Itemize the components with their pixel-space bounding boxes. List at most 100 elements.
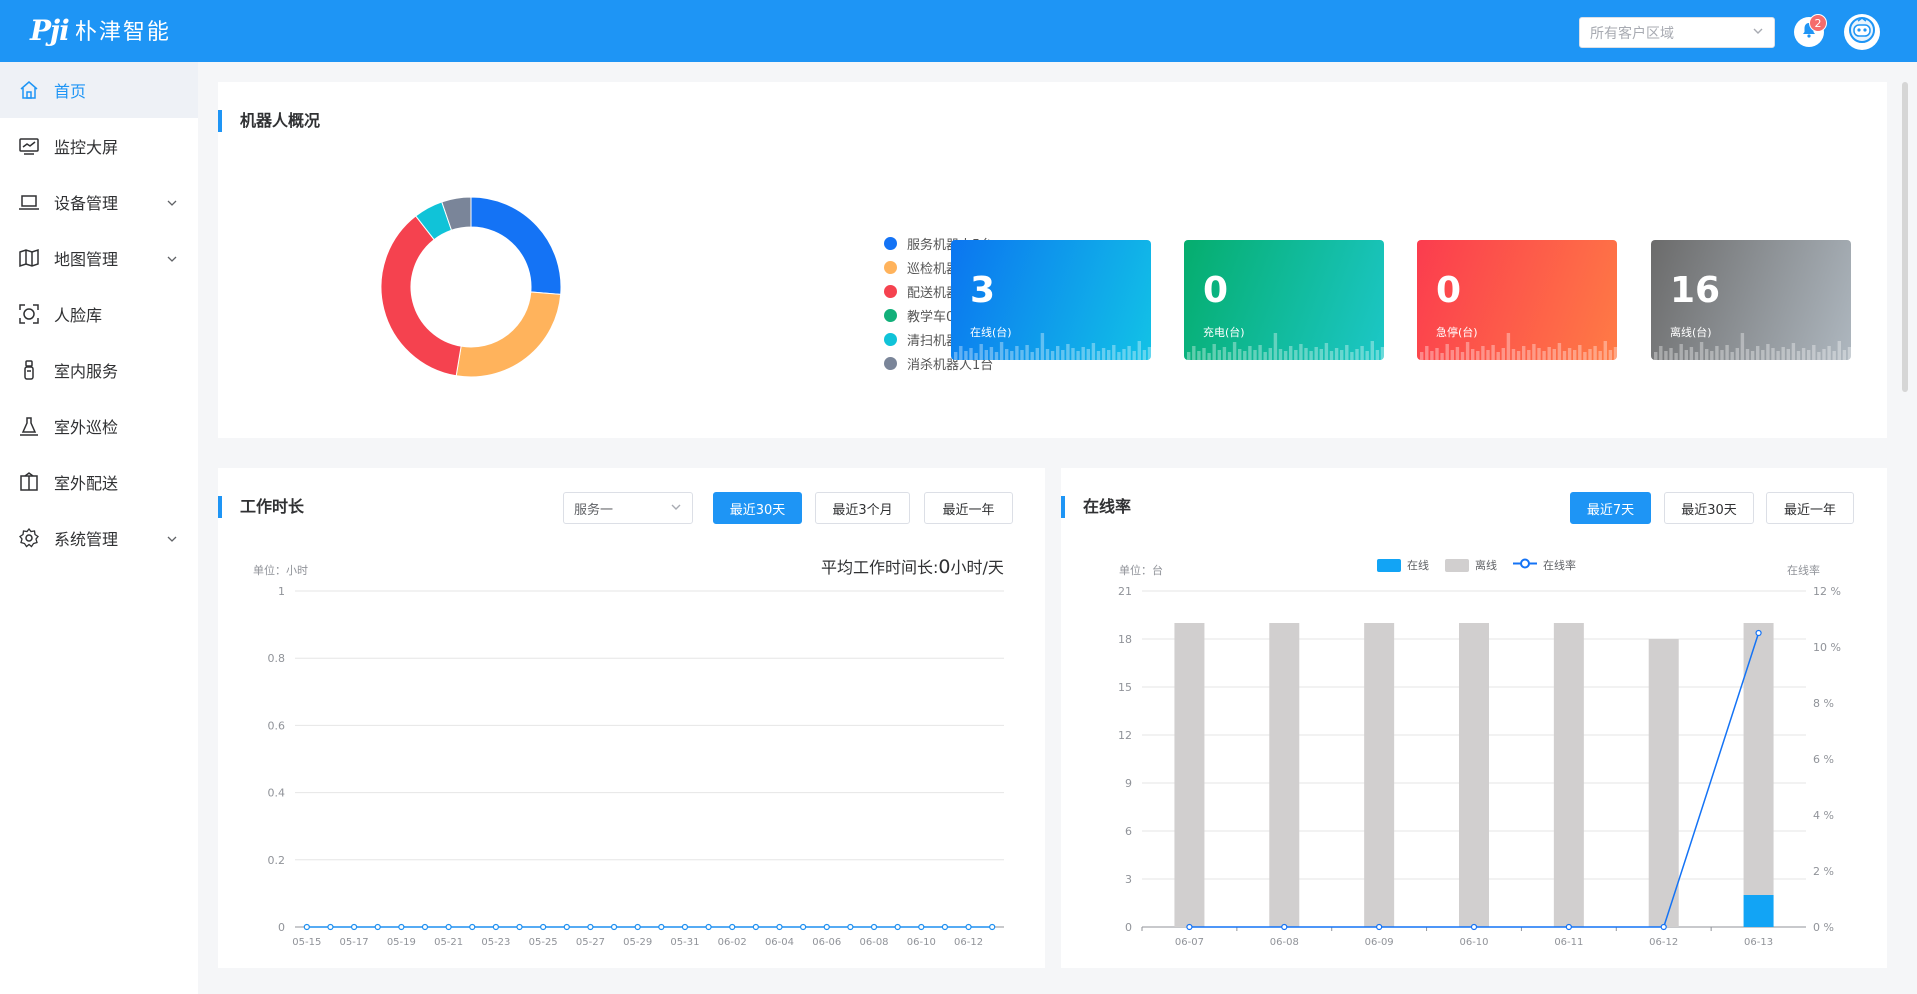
decorative-bar [1091, 343, 1096, 360]
worktime-range-button-0[interactable]: 最近30天 [713, 492, 802, 524]
sidebar-item-2[interactable]: 设备管理 [0, 174, 198, 230]
decorative-bar [1659, 346, 1663, 360]
x-tick-label: 06-08 [859, 937, 888, 948]
stat-offline-card[interactable]: 16 离线(台) [1651, 240, 1851, 360]
decorative-bar [1486, 350, 1490, 360]
user-avatar[interactable] [1844, 14, 1880, 50]
decorative-bar [1238, 349, 1242, 360]
brand-logo[interactable]: Pji 朴津智能 [30, 10, 171, 50]
decorative-bar [1112, 345, 1116, 360]
decorative-bar [1040, 333, 1045, 360]
x-tick-label: 05-15 [292, 937, 321, 948]
worktime-point [941, 923, 949, 931]
sidebar-item-7[interactable]: 室外配送 [0, 454, 198, 510]
decorative-bar [1455, 347, 1460, 360]
decorative-bar [1776, 351, 1780, 360]
decorative-bar [1552, 349, 1556, 360]
decorative-bar [959, 346, 963, 360]
decorative-bar [1066, 344, 1070, 360]
decorative-bar [1132, 351, 1136, 360]
worktime-point [587, 923, 594, 931]
x-tick-label: 05-27 [576, 937, 605, 948]
decorative-bar [1329, 351, 1334, 360]
decorative-bar [1730, 352, 1734, 360]
x-tick-label: 06-12 [954, 937, 983, 948]
decorative-bars [1654, 333, 1851, 360]
y2-tick-label: 4 % [1813, 809, 1834, 822]
stat-value: 0 [1203, 270, 1229, 311]
worktime-point [634, 923, 641, 931]
decorative-bar [1122, 349, 1126, 360]
decorative-bar [1268, 348, 1272, 360]
y-tick-label: 3 [1125, 873, 1132, 886]
page-scrollbar[interactable] [1902, 82, 1908, 392]
online-range-button-1[interactable]: 最近30天 [1664, 492, 1754, 524]
sidebar-item-label: 设备管理 [54, 194, 119, 213]
decorative-bar [1375, 350, 1380, 360]
decorative-bar [1350, 352, 1354, 360]
online-range-button-0[interactable]: 最近7天 [1570, 492, 1651, 524]
patrol-icon [18, 415, 40, 437]
offline-bar [1364, 623, 1395, 927]
sidebar-item-3[interactable]: 地图管理 [0, 230, 198, 286]
decorative-bar [1669, 348, 1673, 360]
online-range-button-2[interactable]: 最近一年 [1766, 492, 1854, 524]
sidebar-item-6[interactable]: 室外巡检 [0, 398, 198, 454]
decorative-bar [1243, 351, 1247, 360]
decorative-bar [1425, 346, 1429, 360]
sidebar-item-8[interactable]: 系统管理 [0, 510, 198, 566]
decorative-bar [1496, 352, 1500, 360]
y2-tick-label: 8 % [1813, 697, 1834, 710]
decorative-bar [1771, 348, 1775, 360]
decorative-bar [1445, 344, 1449, 360]
decorative-bar [1684, 350, 1688, 360]
stat-charging-card[interactable]: 0 充电(台) [1184, 240, 1384, 360]
x-tick-label: 06-04 [765, 937, 794, 948]
decorative-bar [1547, 347, 1551, 360]
stat-emergency-card[interactable]: 0 急停(台) [1417, 240, 1617, 360]
region-select[interactable]: 所有客户区域 [1579, 17, 1775, 48]
decorative-bar [1289, 346, 1293, 360]
decorative-bar [1314, 347, 1318, 360]
sidebar-item-5[interactable]: 室内服务 [0, 342, 198, 398]
worktime-point [374, 923, 381, 931]
decorative-bar [1460, 352, 1465, 360]
worktime-range-button-1[interactable]: 最近3个月 [815, 492, 910, 524]
y-tick-label: 0.2 [268, 854, 286, 867]
decorative-bar [1435, 348, 1439, 360]
decorative-bar [1827, 346, 1831, 360]
sidebar-item-0[interactable]: 首页 [0, 62, 198, 118]
decorative-bar [1613, 347, 1617, 360]
legend-dot [884, 261, 897, 274]
online-rate-point [1755, 629, 1762, 637]
decorative-bar [1309, 351, 1313, 360]
decorative-bar [1030, 352, 1034, 360]
sidebar-item-label: 室内服务 [54, 362, 119, 381]
decorative-bar [954, 352, 958, 360]
decorative-bar [969, 348, 973, 360]
sidebar-item-1[interactable]: 监控大屏 [0, 118, 198, 174]
y-tick-label: 21 [1118, 585, 1132, 598]
legend-dot [884, 357, 897, 370]
decorative-bar [1035, 348, 1039, 360]
stat-online-card[interactable]: 3 在线(台) [951, 240, 1151, 360]
legend-dot [884, 333, 897, 346]
decorative-bar [1076, 351, 1080, 360]
y-tick-label: 6 [1125, 825, 1132, 838]
online-rate-point [1376, 923, 1383, 931]
decorative-bar [1227, 352, 1232, 360]
decorative-bar [1573, 350, 1577, 360]
worktime-range-button-2[interactable]: 最近一年 [924, 492, 1013, 524]
offline-bar [1553, 623, 1584, 927]
decorative-bar [1842, 350, 1847, 360]
decorative-bar [1562, 351, 1567, 360]
robot-overview-card: 机器人概况 服务机器人5台巡检机器人5台配送机器人7台教学车0台清扫机器人1台消… [218, 82, 1887, 438]
y2-tick-label: 2 % [1813, 865, 1834, 878]
sidebar-item-4[interactable]: 人脸库 [0, 286, 198, 342]
decorative-bar [1273, 333, 1278, 360]
decorative-bar [1127, 346, 1131, 360]
decorative-bar [1212, 344, 1216, 360]
worktime-point [752, 923, 759, 931]
worktime-point [516, 923, 523, 931]
decorative-bar [1222, 347, 1227, 360]
